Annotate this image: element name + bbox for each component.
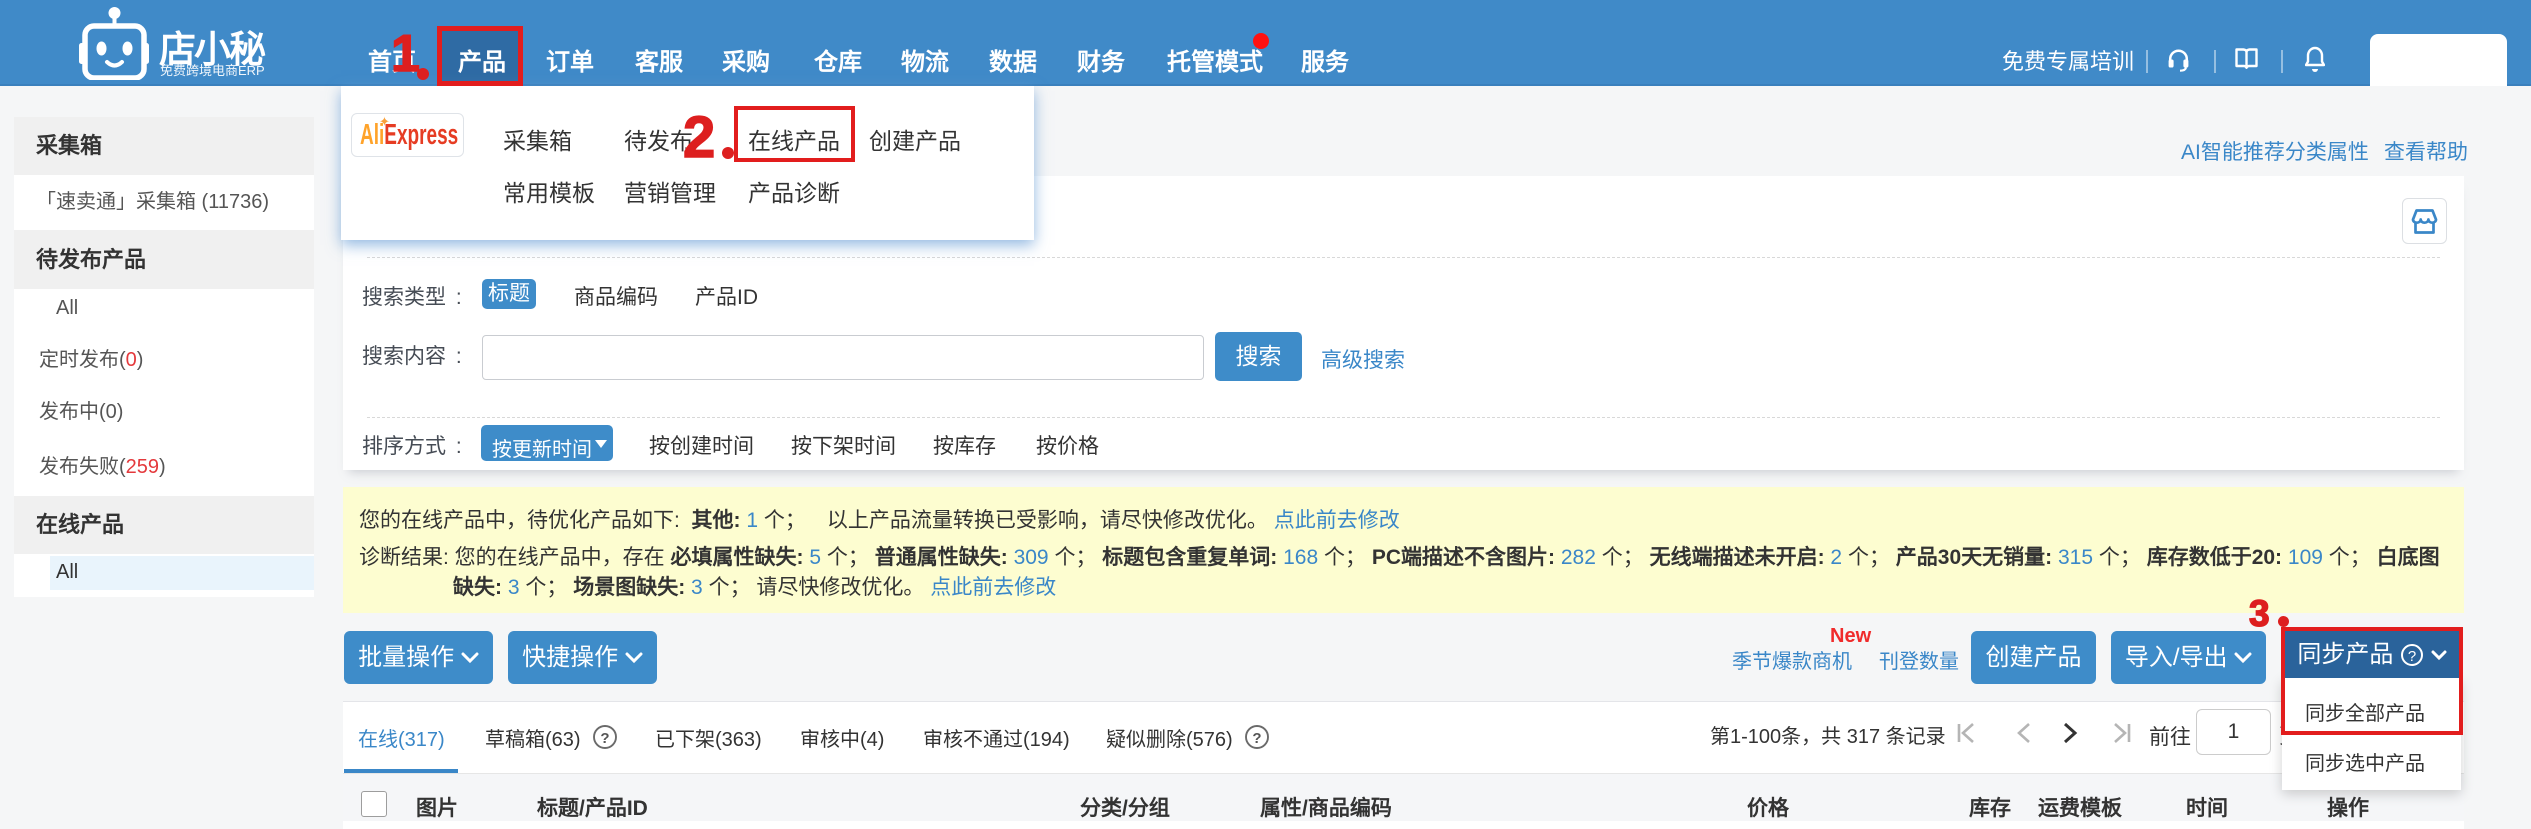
svg-text:?: ? bbox=[1252, 730, 1261, 747]
svg-text:?: ? bbox=[600, 730, 609, 747]
